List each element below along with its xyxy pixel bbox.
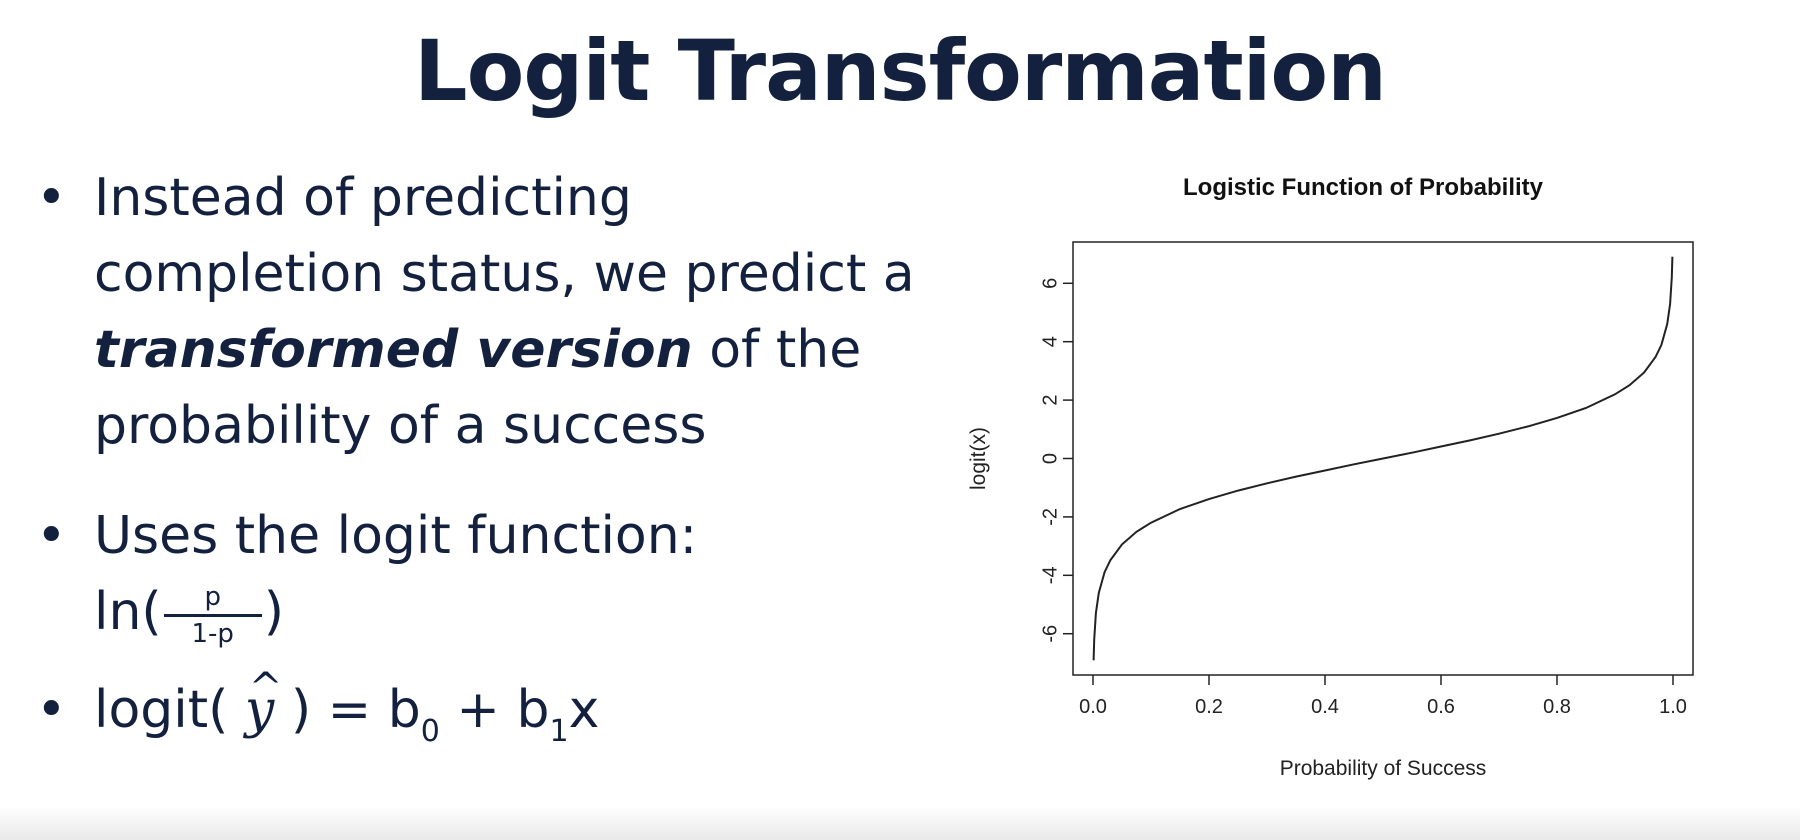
fraction-numerator: p bbox=[204, 581, 221, 612]
y-tick-label: -4 bbox=[1039, 566, 1061, 584]
logit-chart: Logistic Function of Probability 0.0 0.2 0.… bbox=[967, 174, 1694, 780]
slide-title: Logit Transformation bbox=[414, 22, 1387, 120]
x-tick-label: 1.0 bbox=[1659, 696, 1687, 718]
subscript-1: 1 bbox=[549, 714, 569, 749]
bullet-dot: • bbox=[36, 680, 67, 740]
x-tick-label: 0.8 bbox=[1543, 696, 1571, 718]
equation-prefix: logit( bbox=[94, 680, 245, 740]
logit-curve bbox=[1092, 256, 1674, 661]
bullet-2: • Uses the logit function: ln( p 1-p) bbox=[36, 498, 698, 649]
y-axis-label: logit(x) bbox=[967, 427, 990, 490]
formula-suffix: ) bbox=[263, 582, 284, 642]
x-axis-label: Probability of Success bbox=[1280, 757, 1487, 780]
y-tick-label: -6 bbox=[1039, 625, 1061, 643]
subscript-0: 0 bbox=[420, 714, 440, 749]
y-tick-label: 0 bbox=[1039, 453, 1061, 464]
bullet-1: • Instead of predicting completion statu… bbox=[36, 160, 916, 464]
formula-prefix: ln( bbox=[94, 582, 162, 642]
bullet-1-text-start: Instead of predicting completion status,… bbox=[94, 168, 915, 304]
y-tick-label: 6 bbox=[1039, 278, 1061, 289]
logit-formula: ln( p 1-p) bbox=[94, 574, 284, 650]
bullet-dot: • bbox=[36, 168, 67, 228]
bottom-fade bbox=[0, 806, 1800, 840]
x-tick-label: 0.0 bbox=[1079, 696, 1107, 718]
hat-accent: ^ bbox=[248, 665, 283, 711]
bullet-1-emphasis: transformed version bbox=[94, 320, 693, 380]
bullet-dot: • bbox=[36, 506, 67, 566]
chart-title: Logistic Function of Probability bbox=[1183, 174, 1544, 201]
y-tick-label: -2 bbox=[1039, 508, 1061, 526]
x-tick-label: 0.4 bbox=[1311, 696, 1339, 718]
y-hat: ^ y bbox=[245, 665, 283, 740]
x-tick-label: 0.6 bbox=[1427, 696, 1455, 718]
y-tick-label: 2 bbox=[1039, 395, 1061, 406]
equation-x: x bbox=[568, 680, 600, 740]
fraction-denominator: 1-p bbox=[191, 618, 234, 649]
y-tick-label: 4 bbox=[1039, 336, 1061, 347]
bullet-2-text: Uses the logit function: bbox=[94, 506, 698, 566]
x-tick-label: 0.2 bbox=[1195, 696, 1223, 718]
fraction-bar bbox=[163, 613, 262, 617]
bullet-3: • logit( ^ y ) = b0 + b1x bbox=[36, 665, 600, 770]
formula-fraction: p 1-p bbox=[163, 581, 262, 649]
equation-mid: ) = b bbox=[274, 680, 421, 740]
equation-plus: + b bbox=[439, 680, 550, 740]
